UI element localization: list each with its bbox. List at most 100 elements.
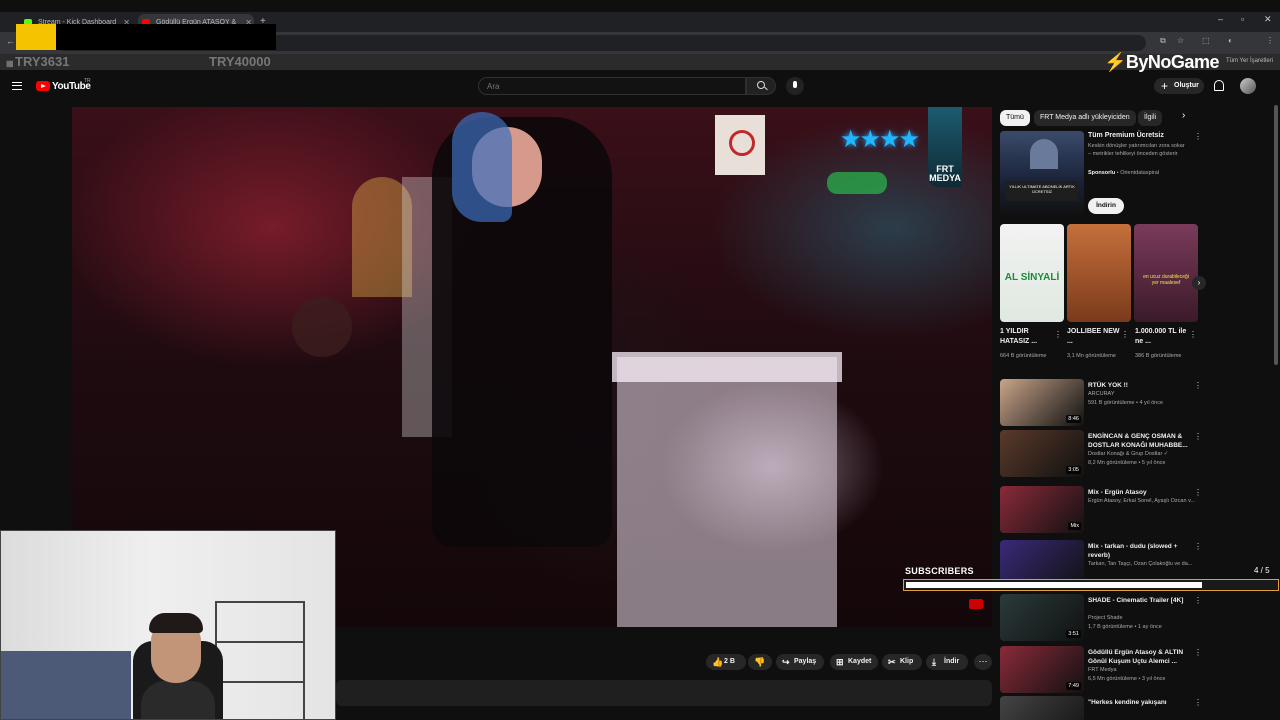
minimize-icon[interactable]: – xyxy=(1218,14,1223,24)
dancer-hair xyxy=(452,112,512,222)
download-button[interactable]: ⤓ İndir xyxy=(926,654,968,670)
apps-grid-icon: ▦ xyxy=(6,59,14,68)
related-video-title[interactable]: ENGİNCAN & GENÇ OSMAN & DOSTLAR KONAĞI M… xyxy=(1088,432,1188,450)
dislike-button[interactable]: 👎 xyxy=(748,654,772,670)
related-video-channel[interactable]: ARCURAY xyxy=(1088,391,1200,397)
related-video-thumbnail[interactable]: 3:51 xyxy=(1000,594,1084,641)
search-icon xyxy=(757,81,765,89)
chip-related[interactable]: İlgili xyxy=(1138,110,1163,126)
share-button[interactable]: ↪ Paylaş xyxy=(776,654,824,670)
chevron-right-icon[interactable]: › xyxy=(1182,110,1185,121)
brand-text: ByNoGame xyxy=(1125,52,1220,72)
serving-cart xyxy=(617,357,837,627)
video-duration: 7:49 xyxy=(1066,682,1081,690)
clip-button[interactable]: ✂ Klip xyxy=(882,654,922,670)
notifications-bell-icon[interactable] xyxy=(1214,80,1224,91)
ad-thumbnail[interactable]: YILLIK ULTIMATE ABONELİK ARTIK ÜCRETSİZ xyxy=(1000,131,1084,215)
short-menu-icon[interactable]: ⋮ xyxy=(1189,330,1197,339)
youtube-mini-icon xyxy=(969,599,983,609)
related-video-title[interactable]: RTÜK YOK !! xyxy=(1088,381,1188,390)
short-title[interactable]: JOLLIBEE NEW ... xyxy=(1067,327,1123,347)
related-video-thumbnail[interactable]: Mix xyxy=(1000,486,1084,533)
cart-top xyxy=(612,352,842,382)
related-video-menu-icon[interactable]: ⋮ xyxy=(1194,596,1202,605)
overlay-black-block xyxy=(56,24,276,50)
subscribers-label: SUBSCRIBERS xyxy=(905,566,974,576)
ad-description: Keskin dönüşler yatırımcıları zora sokar… xyxy=(1088,143,1185,157)
related-video-thumbnail[interactable]: 7:49 xyxy=(1000,646,1084,693)
download-label: İndir xyxy=(944,658,960,665)
related-video-title[interactable]: Mix - tarkan - dudu (slowed + reverb) xyxy=(1088,542,1188,560)
related-video-menu-icon[interactable]: ⋮ xyxy=(1194,432,1202,441)
related-video-thumbnail[interactable]: 8:46 xyxy=(1000,379,1084,426)
related-video-thumbnail[interactable] xyxy=(1000,696,1084,720)
thumbs-up-icon: 👍 xyxy=(712,657,724,667)
short-title[interactable]: 1 YILDIR HATASIZ ... xyxy=(1000,327,1056,347)
subscribers-count: 4 / 5 xyxy=(1254,566,1270,575)
related-video-title[interactable]: Gödüllü Ergün Atasoy & ALTIN Gönül Kuşum… xyxy=(1088,648,1188,666)
back-icon[interactable]: ← xyxy=(6,36,15,46)
account-avatar[interactable] xyxy=(1240,78,1256,94)
voice-search-icon[interactable] xyxy=(786,77,804,95)
youtube-logo-icon[interactable] xyxy=(36,81,50,91)
save-icon: ⊞ xyxy=(836,657,844,667)
short-menu-icon[interactable]: ⋮ xyxy=(1121,330,1129,339)
related-video-channel[interactable]: Tarkan, Tan Taşçı, Ozan Çolakoğlu ve da.… xyxy=(1088,561,1200,567)
ad-install-button[interactable]: İndirin xyxy=(1088,198,1124,214)
sidebar-scrollbar[interactable] xyxy=(1274,105,1278,365)
close-window-icon[interactable]: ✕ xyxy=(1264,14,1272,25)
subscribers-progress-bar xyxy=(903,579,1279,591)
menu-dots-icon[interactable]: ⋮ xyxy=(1266,36,1274,45)
short-title[interactable]: 1.000.000 TL ile ne ... xyxy=(1135,327,1191,347)
related-video-channel[interactable]: Project Shade xyxy=(1088,615,1200,621)
all-bookmarks-link[interactable]: Tüm Yer İşaretleri xyxy=(1226,58,1273,64)
search-button[interactable] xyxy=(746,77,776,95)
related-video-channel[interactable]: FRT Medya xyxy=(1088,667,1200,673)
related-video-channel[interactable]: Dostlar Konağı & Grup Dostlar ✓ xyxy=(1088,451,1200,457)
share-label: Paylaş xyxy=(794,658,817,665)
maximize-icon[interactable]: ▫ xyxy=(1241,14,1244,24)
chip-all[interactable]: Tümü xyxy=(1000,110,1030,126)
install-icon[interactable]: ⧉ xyxy=(1160,36,1166,46)
more-actions-icon[interactable]: ⋯ xyxy=(974,654,992,670)
extensions-icon[interactable]: ⬚ xyxy=(1202,36,1210,45)
shorts-next-icon[interactable]: › xyxy=(1192,276,1206,290)
video-duration: 3:05 xyxy=(1066,466,1081,474)
related-video-meta: 1,7 B görüntüleme • 1 ay önce xyxy=(1088,624,1162,630)
related-video-menu-icon[interactable]: ⋮ xyxy=(1194,488,1202,497)
short-thumbnail[interactable]: AL SİNYALİ xyxy=(1000,224,1064,322)
description-box[interactable] xyxy=(336,680,992,706)
bynogame-logo: ⚡ByNoGame xyxy=(1104,52,1219,73)
related-video-menu-icon[interactable]: ⋮ xyxy=(1194,542,1202,551)
related-video-menu-icon[interactable]: ⋮ xyxy=(1194,381,1202,390)
save-button[interactable]: ⊞ Kaydet xyxy=(830,654,878,670)
ad-menu-icon[interactable]: ⋮ xyxy=(1194,132,1202,141)
related-video-title[interactable]: "Herkes kendine yakışanı xyxy=(1088,698,1188,707)
create-button[interactable]: + Oluştur xyxy=(1154,78,1204,94)
related-video-meta: 8,2 Mn görüntüleme • 5 yıl önce xyxy=(1088,460,1166,466)
related-video-thumbnail[interactable]: 3:05 xyxy=(1000,430,1084,477)
hamburger-menu-icon[interactable] xyxy=(12,82,22,90)
profile-icon[interactable]: ◐ xyxy=(1228,36,1233,45)
like-button[interactable]: 👍 2 B xyxy=(706,654,746,670)
short-thumbnail[interactable]: en ucuz durabileceği yer maalesef xyxy=(1134,224,1198,322)
related-video-channel[interactable]: Ergün Atasoy, Erkal Sonel, Ayaşlı Özcan … xyxy=(1088,498,1200,504)
region-code: TR xyxy=(84,78,91,84)
related-video-title[interactable]: Mix - Ergün Atasoy xyxy=(1088,488,1188,497)
save-label: Kaydet xyxy=(848,658,872,665)
plus-icon: + xyxy=(1161,79,1169,93)
bookmark-star-icon[interactable]: ☆ xyxy=(1177,36,1184,45)
related-video-menu-icon[interactable]: ⋮ xyxy=(1194,698,1202,707)
sponsor-label: Sponsorlu xyxy=(1088,170,1116,176)
search-input[interactable] xyxy=(478,77,746,95)
ad-title[interactable]: Tüm Premium Ücretsiz xyxy=(1088,132,1188,139)
short-views: 386 B görüntüleme xyxy=(1135,353,1182,359)
related-video-title[interactable]: SHADE - Cinematic Trailer [4K] xyxy=(1088,596,1188,605)
ticker-left: TRY3631 xyxy=(15,54,70,69)
short-menu-icon[interactable]: ⋮ xyxy=(1054,330,1062,339)
video-duration: Mix xyxy=(1068,522,1081,530)
related-video-menu-icon[interactable]: ⋮ xyxy=(1194,648,1202,657)
video-duration: 8:46 xyxy=(1066,415,1081,423)
short-thumbnail[interactable] xyxy=(1067,224,1131,322)
chip-uploader[interactable]: FRT Medya adlı yükleyiciden xyxy=(1034,110,1136,126)
